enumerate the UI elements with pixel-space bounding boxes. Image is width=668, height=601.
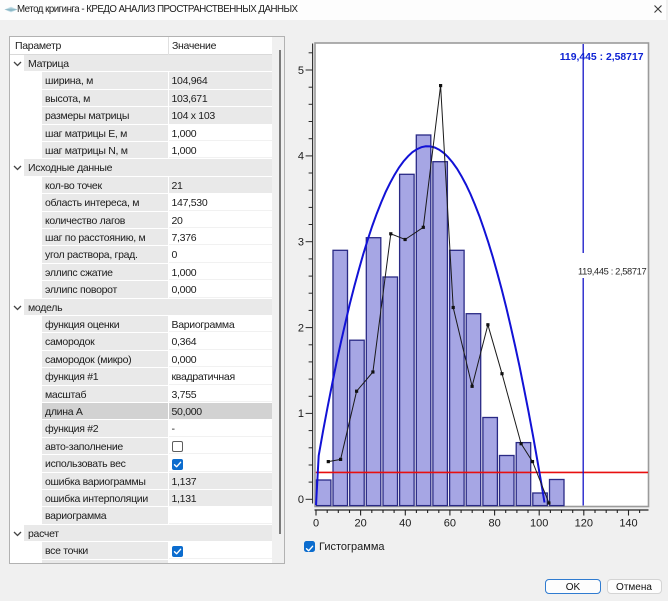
svg-text:0: 0	[313, 518, 319, 530]
svg-text:5: 5	[298, 65, 304, 77]
svg-text:4: 4	[298, 151, 304, 163]
svg-text:40: 40	[399, 518, 411, 530]
svg-text:0: 0	[298, 494, 304, 506]
svg-text:119,445 : 2,58717: 119,445 : 2,58717	[578, 267, 647, 277]
svg-text:120: 120	[575, 518, 593, 530]
svg-text:20: 20	[354, 518, 366, 530]
svg-text:1: 1	[298, 408, 304, 420]
svg-text:119,445 : 2,58717: 119,445 : 2,58717	[560, 52, 644, 63]
svg-text:60: 60	[444, 518, 456, 530]
svg-text:100: 100	[530, 518, 548, 530]
svg-text:3: 3	[298, 237, 304, 249]
svg-text:2: 2	[298, 322, 304, 334]
svg-text:140: 140	[619, 518, 637, 530]
svg-text:80: 80	[488, 518, 500, 530]
